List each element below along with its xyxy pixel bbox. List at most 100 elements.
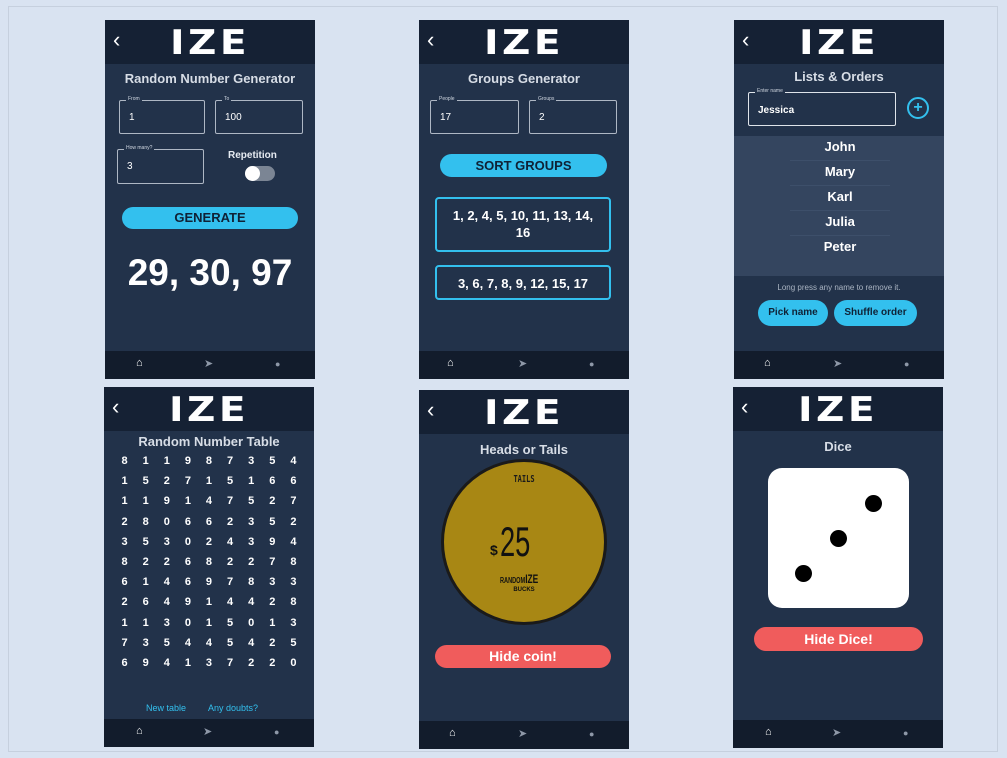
enter-name-value: Jessica bbox=[758, 105, 795, 116]
coin-currency: $ bbox=[490, 542, 498, 558]
home-icon[interactable]: ⌂ bbox=[136, 725, 143, 737]
home-icon[interactable]: ⌂ bbox=[447, 357, 454, 369]
table-cell: 6 bbox=[142, 596, 149, 609]
top-bar: ‹ IZE bbox=[734, 20, 944, 64]
table-cell: 2 bbox=[227, 555, 234, 568]
table-cell: 9 bbox=[184, 596, 191, 609]
screen-groups-generator: ‹ IZE Groups Generator People 17 Groups … bbox=[419, 20, 629, 379]
navigation-icon[interactable]: ➤ bbox=[204, 357, 213, 370]
table-cell: 7 bbox=[227, 576, 234, 589]
circle-icon[interactable]: ● bbox=[589, 359, 594, 369]
table-cell: 3 bbox=[248, 455, 255, 467]
table-cell: 2 bbox=[142, 555, 149, 568]
circle-icon[interactable]: ● bbox=[904, 359, 909, 369]
circle-icon[interactable]: ● bbox=[589, 729, 594, 739]
table-cell: 1 bbox=[142, 455, 149, 467]
shuffle-order-button[interactable]: Shuffle order bbox=[834, 300, 917, 326]
table-cell: 2 bbox=[269, 656, 276, 669]
repetition-toggle[interactable] bbox=[245, 166, 275, 181]
home-icon[interactable]: ⌂ bbox=[449, 727, 456, 739]
page-title: Lists & Orders bbox=[794, 69, 884, 84]
people-field[interactable]: People 17 bbox=[430, 96, 519, 134]
plus-circle-icon[interactable]: + bbox=[907, 97, 929, 119]
table-cell: 6 bbox=[269, 475, 276, 488]
generate-button[interactable]: GENERATE bbox=[122, 207, 298, 229]
table-cell: 7 bbox=[227, 455, 234, 467]
repetition-label: Repetition bbox=[228, 150, 277, 161]
top-bar: ‹ IZE bbox=[733, 387, 943, 431]
home-icon[interactable]: ⌂ bbox=[765, 726, 772, 738]
table-cell: 3 bbox=[269, 576, 276, 589]
table-cell: 4 bbox=[163, 596, 170, 609]
list-item[interactable]: Karl bbox=[790, 186, 890, 211]
table-cell: 8 bbox=[248, 576, 255, 589]
list-item[interactable]: John bbox=[790, 136, 890, 161]
table-cell: 4 bbox=[227, 535, 234, 548]
table-cell: 4 bbox=[248, 636, 255, 649]
navigation-icon[interactable]: ➤ bbox=[518, 357, 527, 370]
from-label: From bbox=[126, 96, 142, 102]
any-doubts-link[interactable]: Any doubts? bbox=[208, 703, 258, 713]
how-many-field[interactable]: How many? 3 bbox=[117, 145, 204, 184]
enter-name-field[interactable]: Enter name Jessica bbox=[748, 88, 896, 126]
table-cell: 4 bbox=[163, 656, 170, 669]
table-cell: 3 bbox=[248, 515, 255, 528]
bottom-nav: ⌂ ➤ ● bbox=[419, 351, 629, 379]
table-cell: 2 bbox=[163, 475, 170, 488]
table-cell: 1 bbox=[121, 475, 128, 488]
coin-amount: 25 bbox=[500, 518, 531, 565]
table-cell: 8 bbox=[142, 515, 149, 528]
new-table-link[interactable]: New table bbox=[146, 703, 186, 713]
navigation-icon[interactable]: ➤ bbox=[518, 727, 527, 740]
table-cell: 5 bbox=[227, 616, 234, 629]
coin[interactable]: TAILS $ 25 RANDOMIZE BUCKS bbox=[441, 459, 607, 625]
table-cell: 7 bbox=[227, 656, 234, 669]
navigation-icon[interactable]: ➤ bbox=[832, 726, 841, 739]
table-cell: 2 bbox=[121, 596, 128, 609]
bottom-nav: ⌂ ➤ ● bbox=[419, 721, 629, 749]
to-field[interactable]: To 100 bbox=[215, 96, 303, 134]
table-cell: 5 bbox=[227, 475, 234, 488]
list-item[interactable]: Peter bbox=[790, 236, 890, 260]
bottom-nav: ⌂ ➤ ● bbox=[105, 351, 315, 379]
from-field[interactable]: From 1 bbox=[119, 96, 205, 134]
circle-icon[interactable]: ● bbox=[275, 359, 280, 369]
pick-name-button[interactable]: Pick name bbox=[758, 300, 828, 326]
navigation-icon[interactable]: ➤ bbox=[833, 357, 842, 370]
screen-random-number-generator: ‹ IZE Random Number Generator From 1 To … bbox=[105, 20, 315, 379]
table-cell: 1 bbox=[184, 656, 191, 669]
navigation-icon[interactable]: ➤ bbox=[203, 725, 212, 738]
app-logo: IZE bbox=[484, 23, 564, 63]
list-item[interactable]: Mary bbox=[790, 161, 890, 186]
group-2-box: 3, 6, 7, 8, 9, 12, 15, 17 bbox=[435, 265, 611, 300]
group-1-box: 1, 2, 4, 5, 10, 11, 13, 14, 16 bbox=[435, 197, 611, 252]
to-value: 100 bbox=[225, 112, 242, 123]
home-icon[interactable]: ⌂ bbox=[136, 357, 143, 369]
groups-field[interactable]: Groups 2 bbox=[529, 96, 617, 134]
table-cell: 2 bbox=[163, 555, 170, 568]
home-icon[interactable]: ⌂ bbox=[764, 357, 771, 369]
page-title: Dice bbox=[824, 439, 852, 454]
die-pip bbox=[794, 564, 812, 582]
coin-brand: RANDOMIZE bbox=[500, 572, 538, 586]
table-cell: 5 bbox=[248, 495, 255, 508]
sort-groups-button[interactable]: SORT GROUPS bbox=[440, 154, 607, 177]
table-cell: 7 bbox=[121, 636, 128, 649]
top-bar: ‹ IZE bbox=[104, 387, 314, 431]
table-cell: 7 bbox=[269, 555, 276, 568]
list-item[interactable]: Julia bbox=[790, 211, 890, 236]
table-cell: 3 bbox=[290, 576, 297, 589]
die[interactable] bbox=[768, 468, 909, 608]
circle-icon[interactable]: ● bbox=[903, 728, 908, 738]
table-cell: 4 bbox=[205, 495, 213, 508]
hide-dice-button[interactable]: Hide Dice! bbox=[754, 627, 923, 651]
table-cell: 1 bbox=[121, 616, 128, 629]
hide-coin-button[interactable]: Hide coin! bbox=[435, 645, 611, 668]
die-pip bbox=[830, 529, 847, 547]
table-cell: 0 bbox=[163, 515, 170, 528]
app-logo: IZE bbox=[169, 390, 249, 430]
table-cell: 5 bbox=[142, 535, 149, 548]
table-cell: 5 bbox=[269, 455, 276, 467]
circle-icon[interactable]: ● bbox=[274, 727, 279, 737]
table-cell: 9 bbox=[205, 576, 213, 589]
